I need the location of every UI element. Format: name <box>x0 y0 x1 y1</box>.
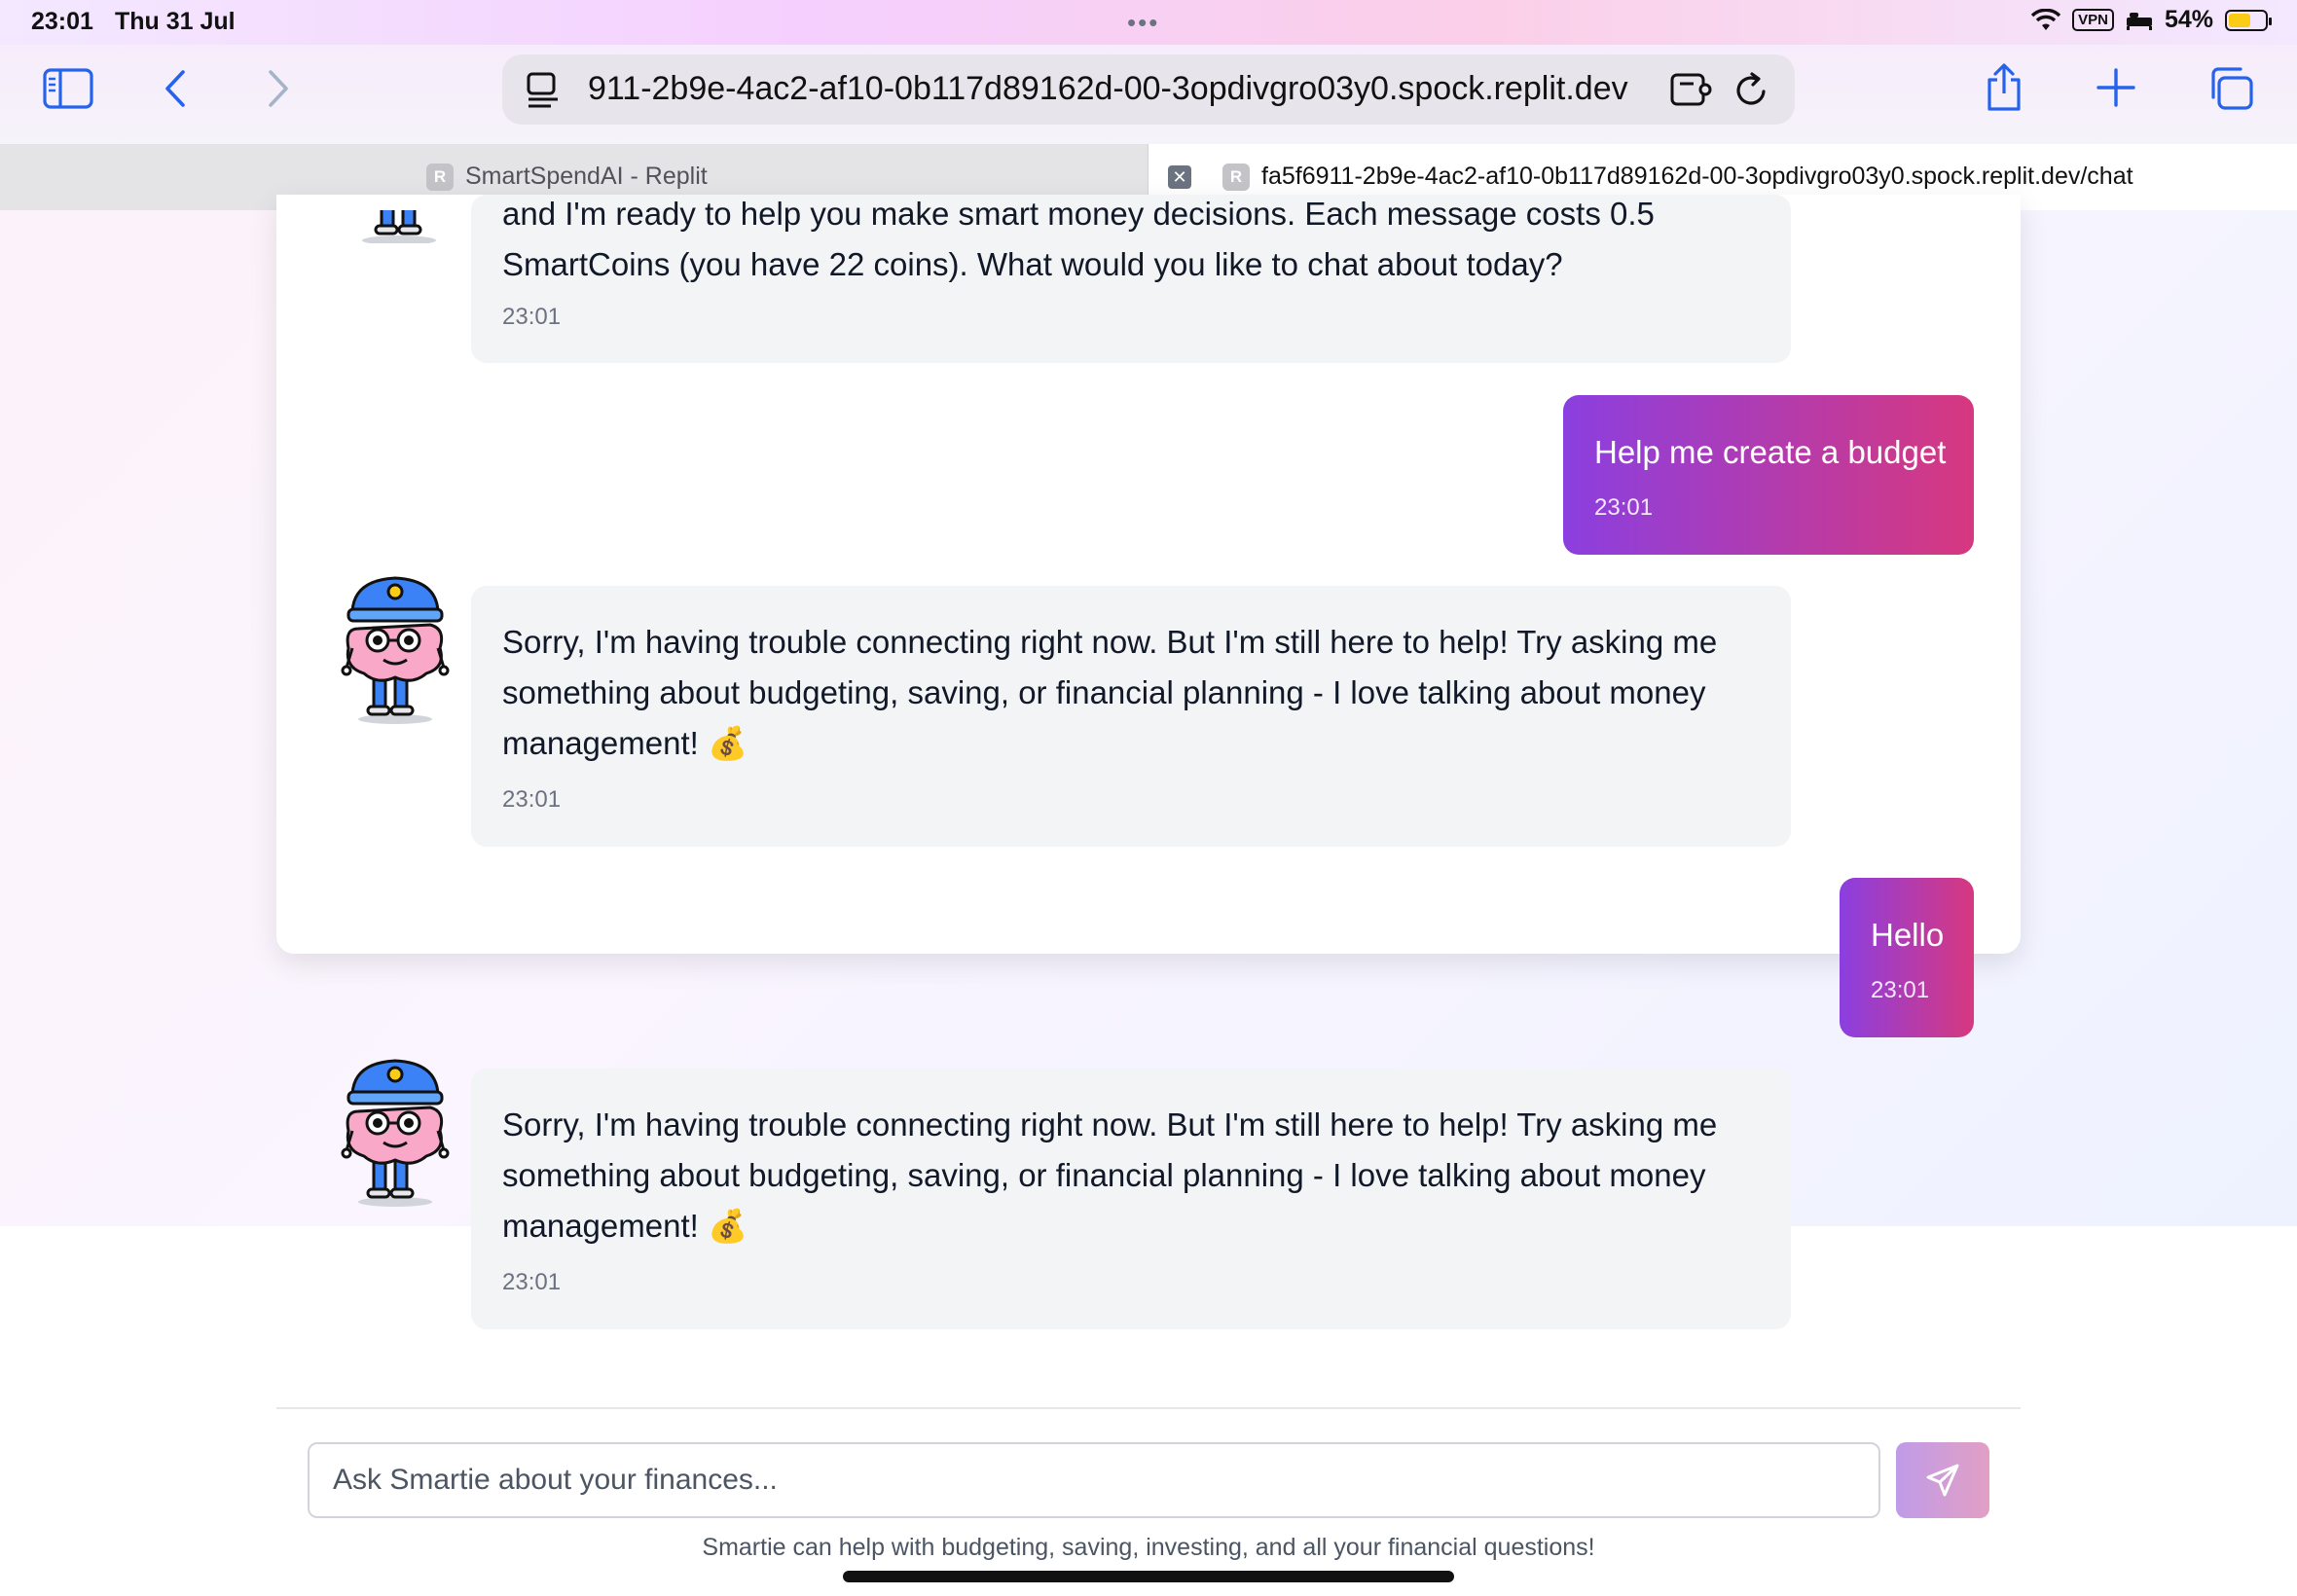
message-text: and I'm ready to help you make smart mon… <box>502 196 1655 232</box>
sleep-focus-icon <box>2126 12 2152 30</box>
replit-favicon-icon: R <box>426 163 454 191</box>
tabs-overview-icon[interactable] <box>2207 66 2254 111</box>
extension-icon[interactable] <box>1670 72 1713 112</box>
message-time: 23:01 <box>502 786 562 813</box>
replit-favicon-icon: R <box>1222 163 1250 191</box>
send-icon <box>1926 1464 1959 1497</box>
message-time: 23:01 <box>1871 977 1930 1003</box>
message-text: Hello <box>1871 917 1945 953</box>
avatar-smartie <box>335 570 456 726</box>
close-tab-icon[interactable]: ✕ <box>1168 165 1191 189</box>
bot-message: Sorry, I'm having trouble connecting rig… <box>471 1069 1791 1329</box>
message-time: 23:01 <box>502 1269 562 1295</box>
address-text: 911-2b9e-4ac2-af10-0b117d89162d-00-3opdi… <box>588 70 1628 107</box>
battery-icon <box>2225 9 2272 31</box>
message-text: something about budgeting, saving, or fi… <box>502 1157 1706 1193</box>
reload-icon[interactable] <box>1732 72 1771 114</box>
message-text: Sorry, I'm having trouble connecting rig… <box>502 1106 1718 1143</box>
message-text: management! 💰 <box>502 1208 748 1244</box>
send-button[interactable] <box>1896 1442 1989 1518</box>
bot-message: Sorry, I'm having trouble connecting rig… <box>471 586 1791 847</box>
message-time: 23:01 <box>502 304 562 330</box>
battery-percent: 54% <box>2164 6 2213 33</box>
message-time: 23:01 <box>1594 494 1654 521</box>
tab-label: fa5f6911-2b9e-4ac2-af10-0b117d89162d-00-… <box>1261 163 2133 190</box>
share-icon[interactable] <box>1984 62 2024 113</box>
vpn-badge: VPN <box>2072 9 2114 31</box>
forward-icon[interactable] <box>265 68 292 109</box>
sidebar-icon[interactable] <box>43 68 93 109</box>
user-message: Hello 23:01 <box>1840 878 1974 1037</box>
message-text: Help me create a budget <box>1594 434 1947 470</box>
address-bar[interactable]: 911-2b9e-4ac2-af10-0b117d89162d-00-3opdi… <box>502 54 1795 125</box>
message-text: SmartCoins (you have 22 coins). What wou… <box>502 246 1563 282</box>
message-text: Sorry, I'm having trouble connecting rig… <box>502 624 1718 660</box>
composer-divider <box>276 1407 2021 1409</box>
wifi-icon <box>2031 8 2061 30</box>
home-indicator[interactable] <box>843 1571 1454 1582</box>
status-indicators: VPN 54% <box>2031 6 2272 34</box>
chat-input[interactable] <box>308 1442 1880 1518</box>
avatar-smartie <box>343 210 463 243</box>
status-bar: 23:01 Thu 31 Jul ••• VPN 54% <box>0 0 2297 45</box>
status-date: Thu 31 Jul <box>115 8 236 35</box>
message-text: management! 💰 <box>502 725 748 761</box>
status-time: 23:01 <box>31 8 93 35</box>
tab-label: SmartSpendAI - Replit <box>465 163 708 190</box>
message-text: something about budgeting, saving, or fi… <box>502 674 1706 710</box>
bot-message: and I'm ready to help you make smart mon… <box>471 195 1791 363</box>
back-icon[interactable] <box>162 68 189 109</box>
reader-icon[interactable] <box>526 72 561 114</box>
new-tab-icon[interactable] <box>2096 68 2135 107</box>
avatar-smartie <box>335 1053 456 1209</box>
multitasking-dots-icon[interactable]: ••• <box>1127 8 1159 38</box>
helper-text: Smartie can help with budgeting, saving,… <box>702 1534 1595 1561</box>
user-message: Help me create a budget 23:01 <box>1563 395 1974 555</box>
